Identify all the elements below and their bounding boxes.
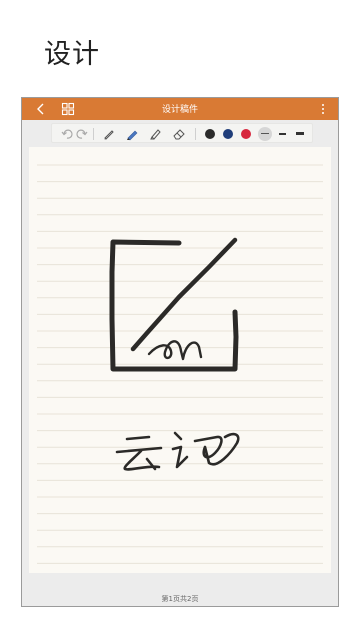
more-vertical-icon[interactable] (320, 102, 326, 116)
marker-icon[interactable] (148, 127, 162, 141)
redo-icon[interactable] (76, 127, 88, 141)
app-screenshot: 设计稿件 第1页共2页 (21, 97, 339, 607)
sketch-diagonal-inner (138, 245, 230, 344)
handwriting-char-1 (115, 435, 163, 471)
note-canvas[interactable] (29, 147, 331, 573)
color-swatch-navy[interactable] (223, 129, 233, 139)
sketch-signature-stroke (147, 340, 203, 361)
color-swatch-red[interactable] (241, 129, 251, 139)
document-title: 设计稿件 (161, 105, 198, 115)
undo-icon[interactable] (61, 127, 73, 141)
handwriting-drawing (109, 237, 240, 471)
stroke-width-thick[interactable] (296, 132, 304, 135)
color-swatch-black[interactable] (205, 129, 215, 139)
stroke-width-selected[interactable] (258, 127, 272, 141)
pencil-icon[interactable] (102, 127, 116, 141)
stroke-width-medium[interactable] (279, 133, 286, 135)
title-bar: 设计稿件 (22, 98, 338, 120)
toolbar-divider (93, 128, 94, 140)
drawing-toolbar (51, 123, 313, 143)
toolbar-divider (195, 128, 196, 140)
eraser-icon[interactable] (172, 127, 186, 141)
page-indicator: 第1页共2页 (161, 595, 199, 603)
page-heading: 设计 (44, 39, 100, 70)
pen-icon[interactable] (125, 127, 139, 141)
handwriting-char-2 (171, 431, 240, 469)
